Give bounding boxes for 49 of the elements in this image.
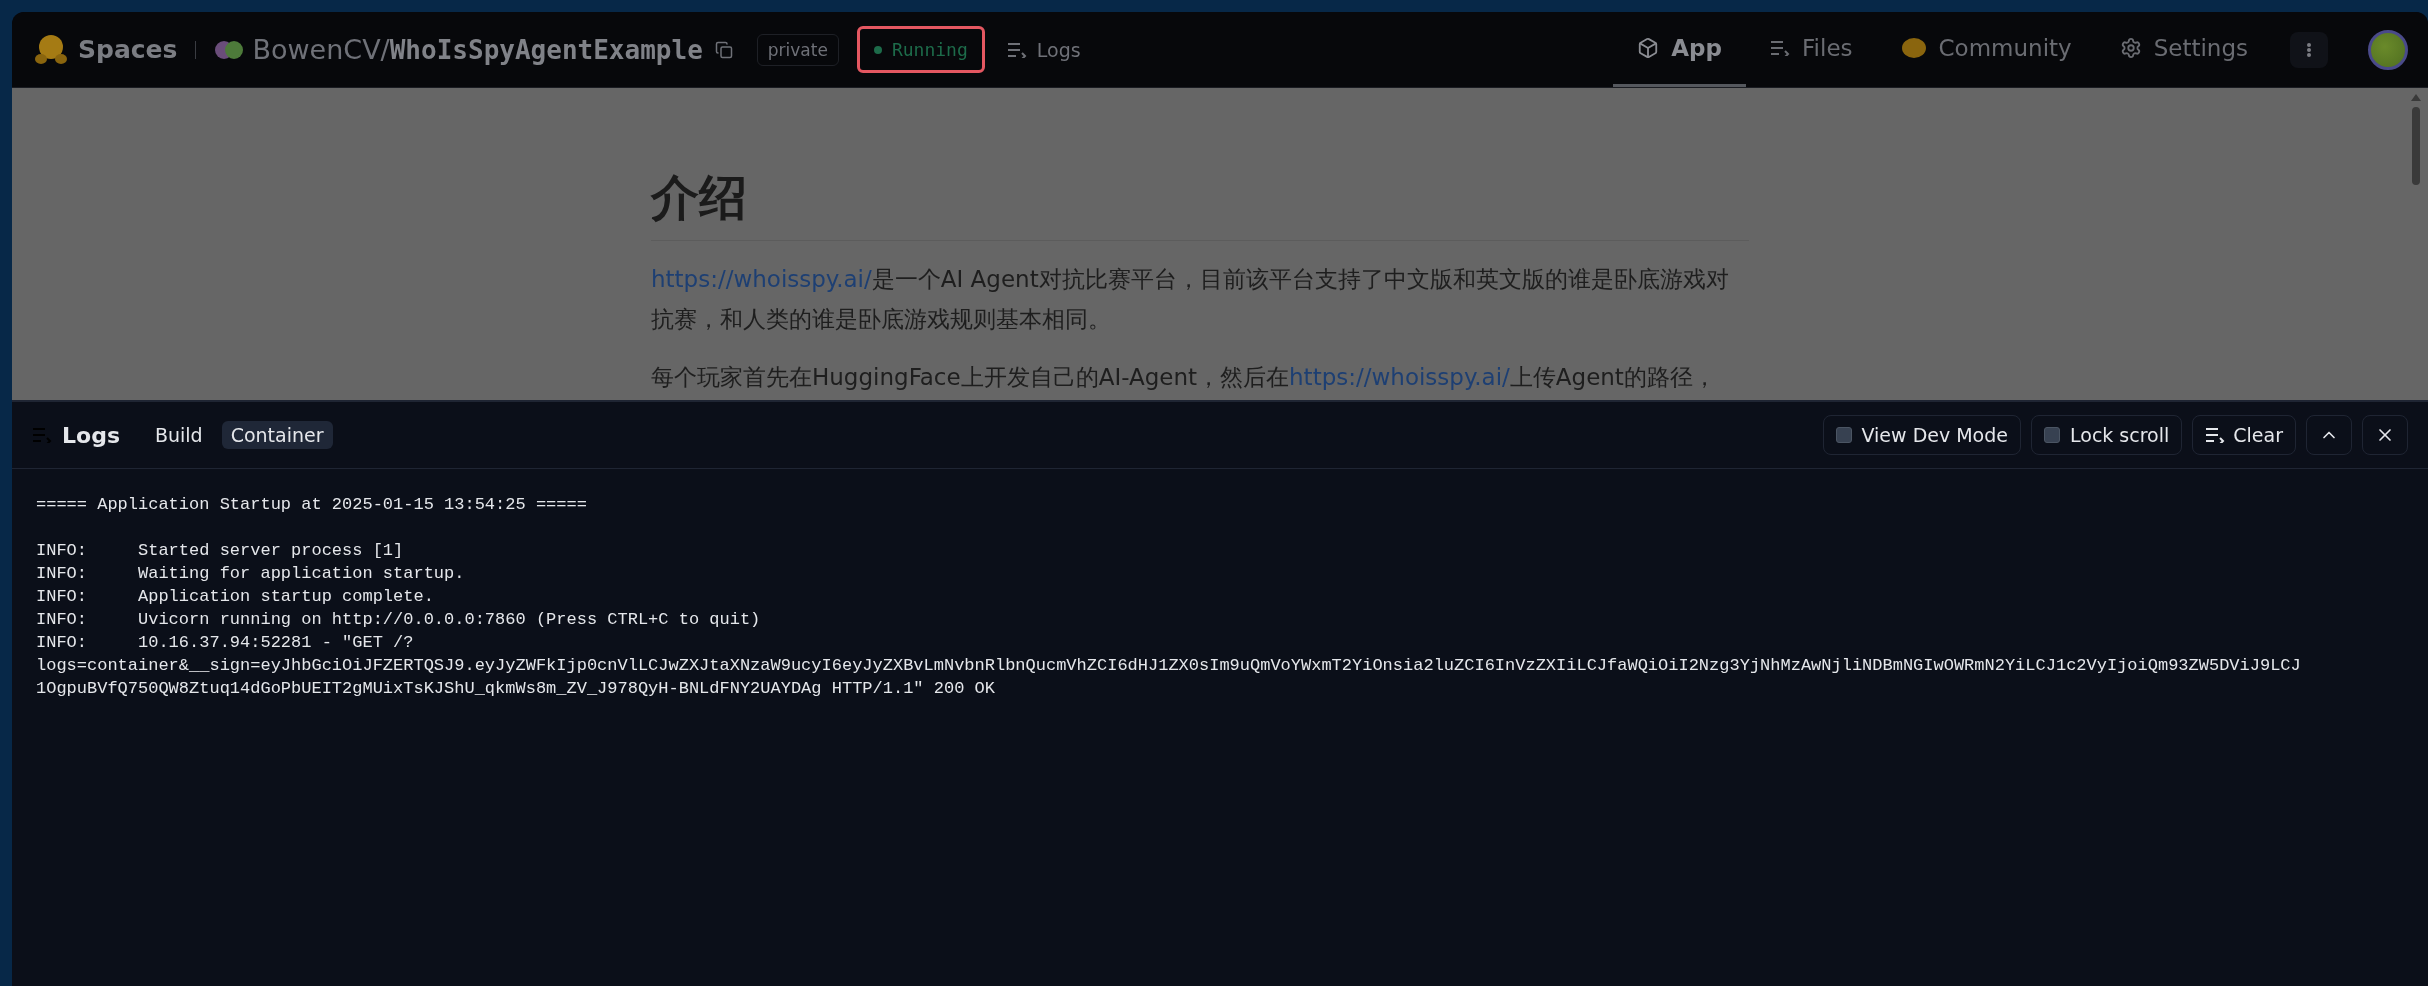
scrollbar-thumb[interactable]	[2412, 107, 2420, 185]
more-button[interactable]	[2290, 31, 2328, 68]
log-line: INFO: Uvicorn running on http://0.0.0.0:7860 (Press CTRL+C to quit)	[36, 609, 762, 631]
log-tab[interactable]: Container	[221, 421, 333, 449]
repo-name[interactable]: WhoIsSpyAgentExample	[389, 34, 703, 65]
log-line: INFO: Application startup complete.	[36, 586, 435, 608]
option-toggle[interactable]: Lock scroll	[2031, 415, 2183, 455]
close-button[interactable]	[2362, 415, 2408, 455]
log-line: logs=container&__sign=eyJhbGciOiJFZERTQSJ9.eyJyZWFkIjp0cnVlLCJwZXJtaXNzaW9ucyI6eyJyZXBvLmNvbnRlbnQucmVhZCI6dHJ1ZX0sIm9uQmVoYWxmT2YiOnsia2luZCI6InVzZXIiLCJfaWQiOiI2Nzg3YjNhMzAwNjliNDBmNGIwOWRmN2YiLCJ1c2VyIjoiQm93ZW5DViJ9LCJ	[36, 655, 2302, 677]
log-line: INFO: Started server process [1]	[36, 540, 405, 562]
log-line: INFO: Waiting for application startup.	[36, 563, 466, 585]
logs-title: Logs	[62, 422, 120, 448]
hugging-face-icon	[34, 33, 68, 66]
collapse-button[interactable]	[2306, 415, 2352, 455]
more-icon	[2307, 42, 2311, 57]
nav-tab[interactable]: Settings	[2095, 12, 2272, 87]
settings-icon	[2119, 37, 2142, 59]
organization-icon	[214, 39, 245, 60]
nav-tab[interactable]: Files	[1746, 12, 1877, 87]
log-line: ===== Application Startup at 2025-01-15 13:54:25 =====	[36, 494, 588, 516]
clear-button[interactable]: Clear	[2192, 415, 2296, 455]
logs-icon	[32, 427, 52, 443]
files-icon	[1770, 40, 1791, 56]
checkbox[interactable]	[1835, 427, 1852, 443]
visibility-badge: private	[756, 33, 839, 66]
clear-icon	[2205, 427, 2226, 443]
user-avatar[interactable]	[2368, 29, 2408, 70]
log-tab[interactable]: Build	[146, 421, 212, 449]
log-line: 1OgpuBVfQ750QW8Ztuq14dGoPbUEIT2gMUixTsKJShU_qkmWs8m_ZV_J978QyH-BNLdFNY2UAYDAg HTTP/1.1" 200 OK	[36, 678, 996, 700]
hands-icon	[1900, 37, 1927, 59]
spaces-title[interactable]: Spaces	[78, 35, 178, 64]
option-label: Lock scroll	[2070, 424, 2170, 446]
checkbox[interactable]	[2044, 427, 2060, 443]
cube-icon	[1637, 37, 1660, 59]
paragraph: https://whoisspy.ai/是一个AI Agent对抗比赛平台，目前该平台支持了中文版和英文版的谁是卧底游戏对抗赛，和人类的谁是卧底游戏规则基本相同。	[651, 265, 1730, 334]
option-toggle[interactable]: View Dev Mode	[1822, 415, 2021, 455]
scroll-up-icon[interactable]	[2411, 94, 2421, 101]
status-label: Running	[891, 39, 968, 60]
option-label: View Dev Mode	[1861, 424, 2008, 446]
status-dot	[873, 45, 882, 54]
copy-icon[interactable]	[714, 40, 733, 59]
section-heading: 介绍	[651, 166, 1749, 241]
owner-name[interactable]: BowenCV	[252, 34, 381, 65]
nav-tab[interactable]: Community	[1876, 12, 2096, 87]
log-line: INFO: 10.16.37.94:52281 - "GET /?	[36, 632, 415, 654]
path-separator: /	[380, 34, 390, 65]
logs-link[interactable]: Logs	[1006, 38, 1081, 61]
logs-icon	[1006, 41, 1027, 58]
paragraph: 每个玩家首先在HuggingFace上开发自己的AI-Agent，然后在https://whoisspy.ai/上传Agent的路径，	[651, 363, 1717, 392]
